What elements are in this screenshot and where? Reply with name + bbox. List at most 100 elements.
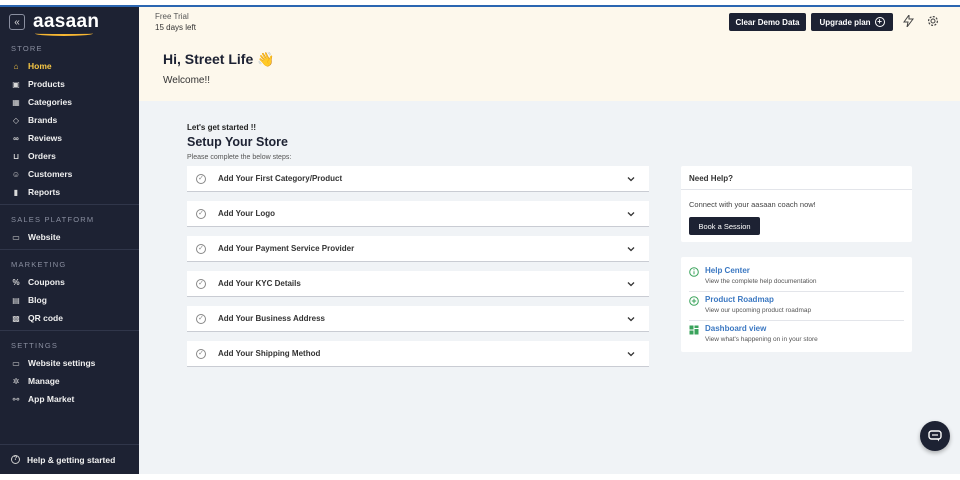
check-circle-icon: ✓ [196,173,206,184]
chevron-down-icon[interactable] [627,245,635,253]
sidebar-item-label: Blog [28,295,47,305]
monitor-gear-icon: ▭ [12,358,20,368]
collapse-sidebar-icon[interactable]: « [9,14,25,30]
sidebar-sections: STORE ⌂ Home ▣ Products ▦ Categories ◇ Brands ∞ Re… [0,37,139,408]
sidebar-item-coupons[interactable]: % Coupons [0,273,139,291]
sidebar-item-label: Categories [28,97,72,107]
home-icon: ⌂ [13,61,19,71]
setup-step-label: Add Your First Category/Product [218,174,343,183]
sidebar-item-label: Home [28,61,52,71]
brand-logo[interactable]: aasaan [33,11,99,36]
sidebar-section-title: MARKETING [11,260,67,269]
dashboard-icon [689,325,699,335]
upgrade-plan-button[interactable]: Upgrade plan + [811,13,893,31]
sidebar-divider [0,330,139,331]
sidebar-footer: ? Help & getting started [0,444,139,474]
welcome-text: Welcome!! [163,75,211,86]
setup-step[interactable]: ✓ Add Your Logo [187,201,649,227]
setup-step-label: Add Your Payment Service Provider [218,244,355,253]
help-getting-started-link[interactable]: ? Help & getting started [0,451,139,469]
chevron-down-icon[interactable] [627,350,635,358]
chat-launcher-button[interactable] [920,421,950,451]
sidebar-item-reviews[interactable]: ∞ Reviews [0,129,139,147]
header-banner: Free Trial 15 days left Clear Demo Data … [139,7,960,101]
help-center-desc: View the complete help documentation [705,278,817,285]
brand-bar: « aasaan [0,7,139,37]
clear-demo-data-button[interactable]: Clear Demo Data [729,13,806,31]
sidebar-divider [0,204,139,205]
sidebar-item-app-market[interactable]: ⚯ App Market [0,390,139,408]
sidebar-item-label: Orders [28,151,56,161]
setup-step[interactable]: ✓ Add Your KYC Details [187,271,649,297]
sidebar-item-reports[interactable]: ▮ Reports [0,183,139,201]
setup-step[interactable]: ✓ Add Your First Category/Product [187,166,649,192]
setup-step-label: Add Your Business Address [218,314,325,323]
sidebar-item-website-settings[interactable]: ▭ Website settings [0,354,139,372]
dashboard-view-desc: View what's happening on in your store [705,336,818,343]
setup-step[interactable]: ✓ Add Your Payment Service Provider [187,236,649,262]
qr-icon: ▩ [12,313,20,323]
percent-icon: % [12,277,20,287]
sidebar-item-website[interactable]: ▭ Website [0,228,139,246]
sidebar: « aasaan STORE ⌂ Home ▣ Products ▦ Categories ◇… [0,7,139,474]
gear-icon: ✲ [12,376,20,386]
sidebar-item-label: Website settings [28,358,96,368]
blog-icon: ▤ [12,295,20,305]
setup-step-label: Add Your KYC Details [218,279,301,288]
check-circle-icon: ✓ [196,348,206,359]
setup-step-label: Add Your Logo [218,209,276,218]
sidebar-item-orders[interactable]: ⊔ Orders [0,147,139,165]
sidebar-item-label: Brands [28,115,58,125]
sidebar-item-label: QR code [28,313,63,323]
lightning-icon[interactable] [903,13,914,30]
cart-icon: ⊔ [12,151,20,161]
sidebar-item-home[interactable]: ⌂ Home [0,57,139,75]
resources-card: Help Center View the complete help docum… [681,257,912,352]
product-roadmap-link[interactable]: Product Roadmap View our upcoming produc… [689,292,904,321]
chevron-down-icon[interactable] [627,175,635,183]
sidebar-item-label: Manage [28,376,60,386]
sidebar-item-label: Coupons [28,277,65,287]
check-circle-icon: ✓ [196,243,206,254]
help-circle-icon: ? [11,455,20,464]
box-icon: ▣ [12,79,20,89]
sidebar-item-products[interactable]: ▣ Products [0,75,139,93]
sidebar-item-label: App Market [28,394,75,404]
chevron-down-icon[interactable] [627,210,635,218]
bar-chart-icon: ▮ [13,187,19,197]
chat-icon [928,430,942,442]
setup-title: Setup Your Store [187,135,288,149]
sidebar-item-label: Reports [28,187,61,197]
info-icon [689,267,699,277]
monitor-icon: ▭ [12,232,20,242]
chevron-down-icon[interactable] [627,315,635,323]
users-icon: ☺ [11,169,21,179]
sidebar-item-blog[interactable]: ▤ Blog [0,291,139,309]
sidebar-item-manage[interactable]: ✲ Manage [0,372,139,390]
help-getting-started-label: Help & getting started [27,454,116,465]
dashboard-view-link[interactable]: Dashboard view View what's happening on … [689,321,904,350]
product-roadmap-title: Product Roadmap [705,295,774,304]
chevron-down-icon[interactable] [627,280,635,288]
sidebar-section-title: SALES PLATFORM [11,215,95,224]
greeting-heading: Hi, Street Life 👋 [163,51,275,67]
help-center-title: Help Center [705,266,750,275]
upgrade-plan-label: Upgrade plan [819,17,871,27]
setup-step[interactable]: ✓ Add Your Shipping Method [187,341,649,367]
sidebar-item-label: Products [28,79,65,89]
book-session-button[interactable]: Book a Session [689,217,760,235]
setup-step[interactable]: ✓ Add Your Business Address [187,306,649,332]
sidebar-item-customers[interactable]: ☺ Customers [0,165,139,183]
apps-icon: ⚯ [12,394,20,404]
sidebar-item-categories[interactable]: ▦ Categories [0,93,139,111]
top-border [0,0,960,7]
setup-kicker: Let's get started !! [187,123,257,132]
help-center-link[interactable]: Help Center View the complete help docum… [689,263,904,292]
gear-icon[interactable] [927,15,939,30]
trial-label: Free Trial [155,12,189,21]
sidebar-item-qr-code[interactable]: ▩ QR code [0,309,139,327]
sidebar-item-brands[interactable]: ◇ Brands [0,111,139,129]
need-help-title: Need Help? [681,166,912,190]
sidebar-section-title: SETTINGS [11,341,59,350]
dashboard-view-title: Dashboard view [705,324,767,333]
